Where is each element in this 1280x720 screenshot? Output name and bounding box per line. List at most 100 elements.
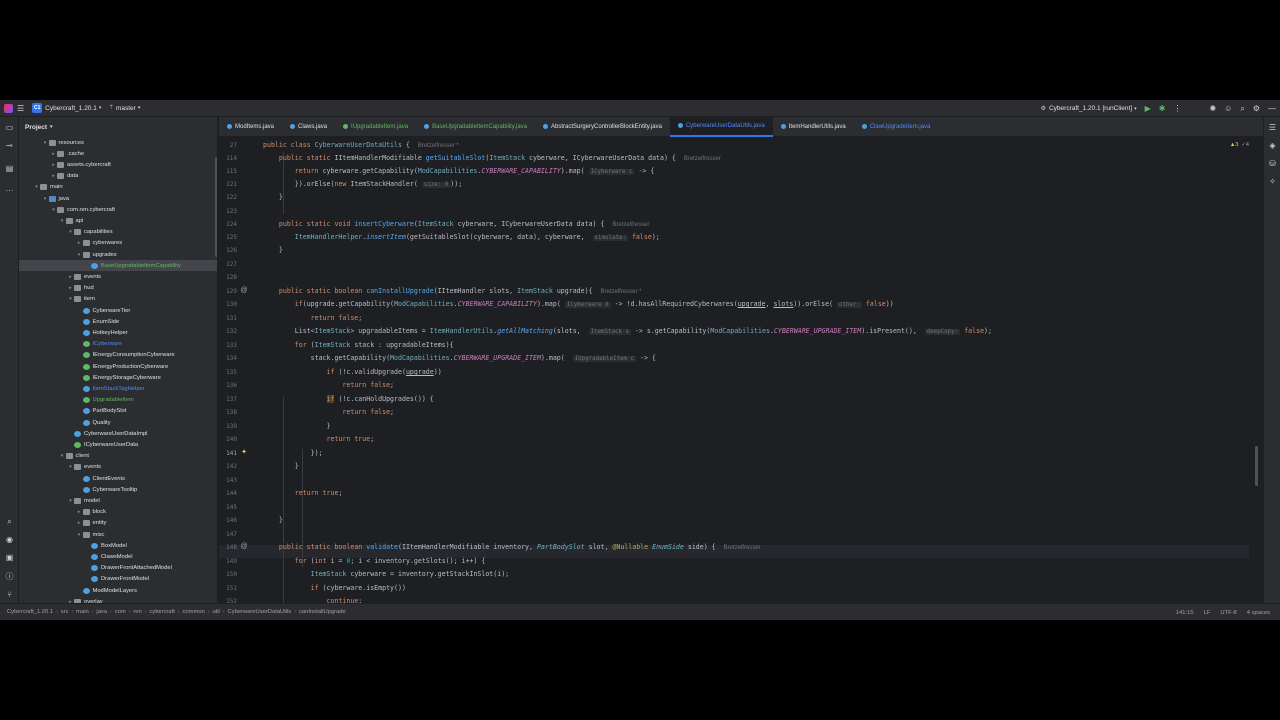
project-panel-header[interactable]: Project ▾ [19, 117, 217, 137]
expand-arrow-icon[interactable]: ▾ [67, 464, 74, 470]
run-config-selector[interactable]: ⚙ Cybercraft_1.20.1 [runClient] ▾ [1041, 100, 1137, 117]
collapse-arrow-icon[interactable]: ▸ [67, 274, 74, 280]
collapse-arrow-icon[interactable]: ▸ [50, 162, 57, 168]
editor-tab[interactable]: ModItems.java [219, 117, 282, 137]
line-number[interactable]: 130 [219, 298, 237, 311]
search-icon[interactable]: ⌕ [5, 517, 14, 526]
expand-arrow-icon[interactable]: ▾ [67, 229, 74, 235]
editor-tab[interactable]: CyberwareUserDataUtils.java [669, 116, 773, 137]
editor-tab[interactable]: IUpgradableItem.java [335, 117, 416, 137]
project-scrollbar[interactable] [215, 157, 217, 257]
tree-file[interactable]: CyberwareTooltip [19, 484, 217, 495]
tree-file[interactable]: DrawerFrontModel [19, 574, 217, 585]
breadcrumb-item[interactable]: com [112, 609, 129, 615]
tree-file[interactable]: Quality [19, 417, 217, 428]
tree-folder[interactable]: ▸ block [19, 507, 217, 518]
line-number[interactable]: 139 [219, 420, 237, 433]
expand-arrow-icon[interactable]: ▾ [59, 453, 66, 459]
expand-arrow-icon[interactable]: ▾ [76, 252, 83, 258]
tree-folder[interactable]: ▸ cyberwares [19, 238, 217, 249]
collapse-arrow-icon[interactable]: ▸ [76, 509, 83, 515]
line-number[interactable]: 135 [219, 366, 237, 379]
editor-tab[interactable]: ItemHandlerUtils.java [773, 117, 854, 137]
editor-tab[interactable]: Claws.java [282, 117, 335, 137]
tree-file[interactable]: ICyberwareUserData [19, 439, 217, 450]
tree-file[interactable]: ModModelLayers [19, 585, 217, 596]
ai-chat-icon[interactable]: ✧ [1268, 177, 1277, 186]
debug-icon[interactable]: ✱ [1159, 104, 1166, 113]
line-number[interactable]: 128 [219, 271, 237, 284]
line-number[interactable]: 129 [219, 285, 237, 298]
tree-file[interactable]: ItemStackTagHelper [19, 383, 217, 394]
line-number[interactable]: 144 [219, 487, 237, 500]
line-number[interactable]: 137 [219, 393, 237, 406]
problems-icon[interactable]: ⓘ [5, 572, 14, 581]
run-icon[interactable]: ▶ [1145, 104, 1151, 113]
expand-arrow-icon[interactable]: ▾ [67, 296, 74, 302]
expand-arrow-icon[interactable]: ▾ [76, 532, 83, 538]
collapse-arrow-icon[interactable]: ▸ [67, 285, 74, 291]
more-tools-icon[interactable]: … [5, 184, 14, 193]
tree-folder[interactable]: ▸ hud [19, 283, 217, 294]
line-number[interactable]: 145 [219, 501, 237, 514]
tree-folder[interactable]: ▾ item [19, 294, 217, 305]
project-switcher[interactable]: C1 Cybercraft_1.20.1 ▾ [28, 100, 105, 117]
tree-folder[interactable]: ▾ misc [19, 529, 217, 540]
breadcrumb-item[interactable]: src [58, 609, 72, 615]
line-number[interactable]: 132 [219, 325, 237, 338]
collapse-arrow-icon[interactable]: ▸ [76, 520, 83, 526]
terminal-icon[interactable]: ▣ [5, 553, 14, 562]
tree-file[interactable]: EnumSide [19, 316, 217, 327]
file-encoding[interactable]: UTF-8 [1220, 610, 1236, 616]
line-number[interactable]: 134 [219, 352, 237, 365]
line-number[interactable]: 142 [219, 460, 237, 473]
editor-tab[interactable]: BaseUpgradableItemCapability.java [416, 117, 535, 137]
tree-folder[interactable]: ▾ api [19, 215, 217, 226]
breadcrumb-item[interactable]: CyberwareUserDataUtils [225, 609, 295, 615]
editor-scrollbar[interactable] [1255, 158, 1259, 603]
tree-file[interactable]: ClawsModel [19, 551, 217, 562]
line-number[interactable]: 146 [219, 514, 237, 527]
tree-file[interactable]: BaseUpgradableItemCapability [19, 260, 217, 272]
lightbulb-icon[interactable]: ✦ [240, 449, 248, 457]
line-number[interactable]: 115 [219, 165, 237, 178]
breadcrumb-item[interactable]: ren [130, 609, 144, 615]
line-number[interactable]: 125 [219, 231, 237, 244]
line-number[interactable]: 114 [219, 152, 237, 165]
line-number[interactable]: 140 [219, 433, 237, 446]
structure-icon[interactable]: ▤ [5, 164, 14, 173]
collapse-arrow-icon[interactable]: ▸ [50, 151, 57, 157]
vcs-branch-widget[interactable]: ᛘ master ▾ [105, 100, 144, 117]
breadcrumb-item[interactable]: java [93, 609, 110, 615]
line-number[interactable]: 143 [219, 474, 237, 487]
line-number[interactable]: 124 [219, 218, 237, 231]
collapse-arrow-icon[interactable]: ▸ [76, 240, 83, 246]
breadcrumb-item[interactable]: util [209, 609, 222, 615]
tree-folder[interactable]: ▸ entity [19, 518, 217, 529]
notifications-icon[interactable]: ☰ [1268, 123, 1277, 132]
expand-arrow-icon[interactable]: ▾ [50, 207, 57, 213]
editor-tab[interactable]: ClawUpgradeItem.java [854, 117, 939, 137]
line-number[interactable]: 121 [219, 178, 237, 191]
line-number[interactable]: 126 [219, 244, 237, 257]
tree-file[interactable]: IEnergyStorageCyberware [19, 372, 217, 383]
minimize-icon[interactable]: — [1268, 104, 1276, 113]
tree-file[interactable]: PartBodySlot [19, 406, 217, 417]
line-separator[interactable]: LF [1204, 610, 1211, 616]
project-folder-icon[interactable]: ▭ [5, 123, 14, 132]
tree-file[interactable]: IEnergyConsumptionCyberware [19, 350, 217, 361]
expand-arrow-icon[interactable]: ▾ [42, 140, 49, 146]
line-number[interactable]: 123 [219, 205, 237, 218]
tree-folder[interactable]: ▾ capabilities [19, 227, 217, 238]
code-with-me-icon[interactable]: ☺ [1224, 104, 1232, 113]
gutter-blank-icon[interactable] [240, 300, 248, 308]
caret-position[interactable]: 141:15 [1176, 610, 1194, 616]
line-number[interactable]: 148 [219, 541, 237, 554]
settings-gear-icon[interactable]: ⚙ [1253, 104, 1260, 113]
tree-folder[interactable]: ▾ java [19, 193, 217, 204]
tree-folder[interactable]: ▸ overlay [19, 596, 217, 603]
tree-folder[interactable]: ▾ resources [19, 137, 217, 148]
line-number[interactable]: 152 [219, 595, 237, 603]
tree-folder[interactable]: ▸ events [19, 271, 217, 282]
line-number[interactable]: 150 [219, 568, 237, 581]
